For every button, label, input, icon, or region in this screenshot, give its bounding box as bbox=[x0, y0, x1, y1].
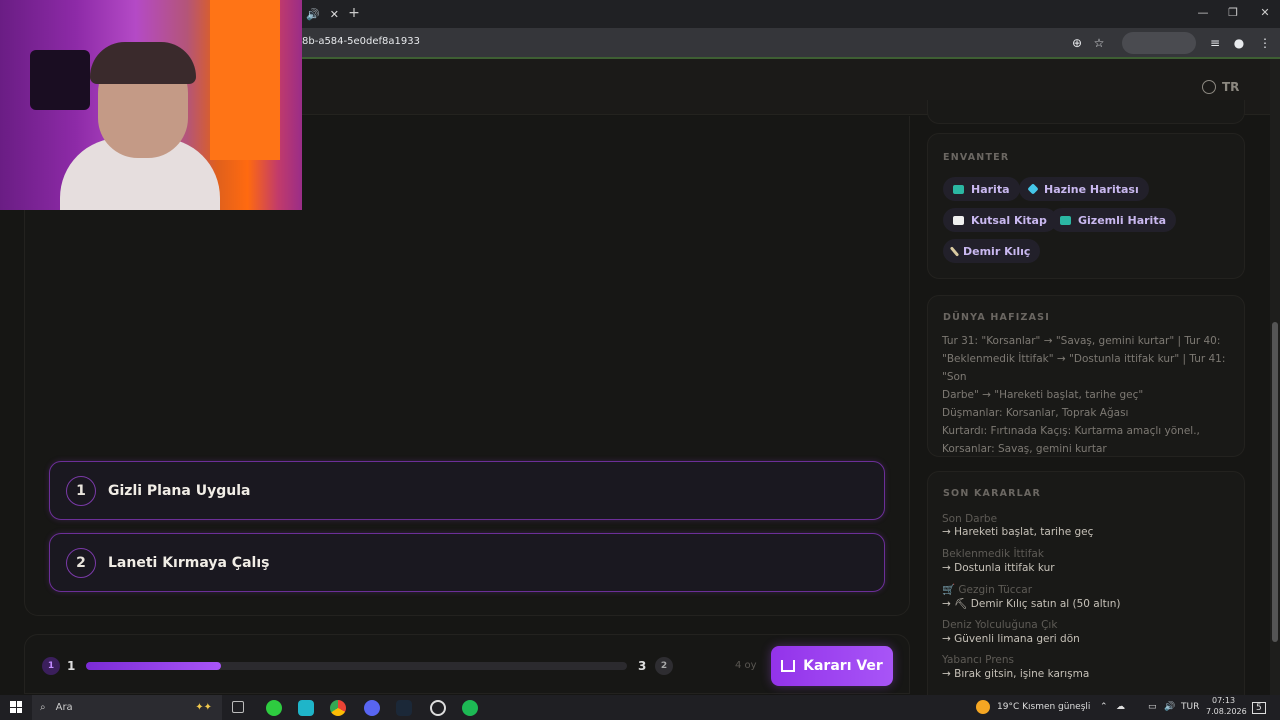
minimize-button[interactable]: — bbox=[1192, 4, 1214, 22]
choice-option-1[interactable]: 1 Gizli Plana Uygula bbox=[49, 461, 885, 520]
obs-icon[interactable] bbox=[430, 700, 446, 716]
memory-line: Kurtardı: Fırtınada Kaçış: Kurtarma amaç… bbox=[942, 425, 1200, 437]
option-2-badge: 2 bbox=[655, 657, 673, 675]
webcam-background-window bbox=[210, 0, 280, 160]
choice-number: 2 bbox=[66, 547, 96, 578]
world-memory-title: DÜNYA HAFIZASI bbox=[943, 312, 1050, 323]
chrome-icon[interactable] bbox=[330, 700, 346, 716]
notification-icon[interactable]: 5 bbox=[1252, 702, 1266, 714]
webcam-overlay bbox=[0, 0, 302, 210]
memory-line: Tur 31: "Korsanlar" → "Savaş, gemini kur… bbox=[942, 335, 1221, 347]
media-control-icon[interactable]: ≡ bbox=[1206, 34, 1224, 52]
memory-line: Düşmanlar: Korsanlar, Toprak Ağası bbox=[942, 407, 1129, 419]
search-icon: ⌕ bbox=[40, 702, 46, 713]
speaker-icon[interactable]: 🔊 bbox=[306, 8, 320, 21]
choice-number: 1 bbox=[66, 475, 96, 506]
decision-title: Beklenmedik İttifak bbox=[942, 548, 1044, 560]
tab-close-button[interactable]: ✕ bbox=[330, 8, 339, 21]
book-icon bbox=[953, 215, 964, 225]
option-2-vote-count: 3 bbox=[638, 659, 647, 673]
url-text[interactable]: 8b-a584-5e0def8a1933 bbox=[302, 36, 420, 47]
decision-choice: → ⛏ Demir Kılıç satın al (50 altın) bbox=[942, 598, 1121, 610]
inventory-item[interactable]: Gizemli Harita bbox=[1050, 208, 1176, 232]
language-indicator[interactable]: TUR bbox=[1181, 702, 1199, 712]
option-1-badge: 1 bbox=[42, 657, 60, 675]
inventory-item-label: Demir Kılıç bbox=[963, 244, 1031, 258]
choice-label: Gizli Plana Uygula bbox=[108, 482, 251, 499]
memory-line: Korsanlar: Savaş, gemini kurtar bbox=[942, 443, 1107, 455]
clock-date[interactable]: 7.08.2026 bbox=[1206, 707, 1247, 716]
globe-icon bbox=[1202, 80, 1216, 94]
language-switcher[interactable]: TR bbox=[1202, 80, 1239, 94]
inventory-item[interactable]: Kutsal Kitap bbox=[943, 208, 1057, 232]
volume-icon[interactable]: 🔊 bbox=[1164, 702, 1175, 712]
sword-icon bbox=[949, 245, 960, 257]
decision-title: Yabancı Prens bbox=[942, 654, 1015, 666]
decide-button[interactable]: Kararı Ver bbox=[771, 646, 893, 686]
inventory-item[interactable]: Hazine Haritası bbox=[1019, 177, 1149, 201]
map-icon bbox=[1060, 215, 1071, 225]
decision-title: Son Darbe bbox=[942, 513, 998, 525]
choice-label: Laneti Kırmaya Çalış bbox=[108, 554, 270, 571]
decision-choice: → Dostunla ittifak kur bbox=[942, 562, 1055, 574]
inventory-item[interactable]: Harita bbox=[943, 177, 1020, 201]
app-icon-green[interactable] bbox=[266, 700, 282, 716]
option-1-vote-count: 1 bbox=[67, 659, 76, 673]
inventory-item-label: Harita bbox=[971, 182, 1010, 196]
steam-icon[interactable] bbox=[396, 700, 412, 716]
previous-card-bottom bbox=[927, 100, 1245, 124]
extensions-group[interactable] bbox=[1122, 32, 1196, 54]
browser-menu-icon[interactable]: ⋮ bbox=[1256, 34, 1274, 52]
windows-start-icon[interactable] bbox=[10, 701, 22, 713]
decision-title: Deniz Yolculuğuna Çık bbox=[942, 619, 1058, 631]
page-scrollbar-thumb[interactable] bbox=[1272, 322, 1278, 642]
windows-taskbar: ⌕ Ara ✦✦ 19°C Kısmen güneşli ⌃ ☁ ▭ 🔊 TUR… bbox=[0, 695, 1280, 720]
webcam-person bbox=[60, 42, 220, 210]
recent-decisions-title: SON KARARLAR bbox=[943, 488, 1041, 499]
language-code: TR bbox=[1222, 80, 1240, 94]
inventory-title: ENVANTER bbox=[943, 152, 1010, 163]
spotify-icon[interactable] bbox=[462, 700, 478, 716]
memory-line: "Beklenmedik İttifak" → "Dostunla ittifa… bbox=[942, 353, 1226, 383]
weather-icon[interactable] bbox=[976, 700, 990, 714]
choice-option-2[interactable]: 2 Laneti Kırmaya Çalış bbox=[49, 533, 885, 592]
decision-choice: → Hareketi başlat, tarihe geç bbox=[942, 526, 1094, 538]
sparkle-icon: ✦✦ bbox=[195, 702, 212, 713]
wifi-icon[interactable]: ▭ bbox=[1148, 702, 1157, 712]
inventory-item-label: Gizemli Harita bbox=[1078, 213, 1166, 227]
memory-line: Darbe" → "Hareketi başlat, tarihe geç" bbox=[942, 389, 1144, 401]
tray-chevron-icon[interactable]: ⌃ bbox=[1100, 702, 1108, 712]
inventory-item[interactable]: Demir Kılıç bbox=[943, 239, 1041, 263]
decide-button-label: Kararı Ver bbox=[803, 658, 883, 674]
zoom-icon[interactable]: ⊕ bbox=[1068, 34, 1086, 52]
search-placeholder: Ara bbox=[55, 702, 73, 713]
browser-tab[interactable]: 🔊 ✕ bbox=[296, 4, 344, 24]
crown-icon bbox=[781, 660, 796, 672]
inventory-item-label: Hazine Haritası bbox=[1044, 182, 1139, 196]
inventory-item-label: Kutsal Kitap bbox=[971, 213, 1047, 227]
bookmark-star-icon[interactable]: ☆ bbox=[1090, 34, 1108, 52]
discord-icon[interactable] bbox=[364, 700, 380, 716]
app-icon-cyan[interactable] bbox=[298, 700, 314, 716]
decision-title: 🛒 Gezgin Tüccar bbox=[942, 584, 1033, 596]
network-icon[interactable]: ☁ bbox=[1116, 702, 1125, 712]
taskbar-search[interactable]: ⌕ Ara ✦✦ bbox=[32, 695, 222, 720]
new-tab-button[interactable]: + bbox=[346, 4, 362, 22]
total-votes-label: 4 oy bbox=[735, 660, 757, 671]
weather-text[interactable]: 19°C Kısmen güneşli bbox=[997, 702, 1090, 712]
clock-time[interactable]: 07:13 bbox=[1212, 696, 1235, 705]
task-view-icon[interactable] bbox=[232, 701, 244, 713]
profile-avatar[interactable]: ● bbox=[1230, 34, 1248, 52]
decision-choice: → Bırak gitsin, işine karışma bbox=[942, 668, 1090, 680]
vote-progress-track bbox=[86, 662, 627, 670]
decision-choice: → Güvenli limana geri dön bbox=[942, 633, 1080, 645]
map-icon bbox=[953, 184, 964, 194]
vote-progress-fill bbox=[86, 662, 222, 670]
world-memory-text: Tur 31: "Korsanlar" → "Savaş, gemini kur… bbox=[942, 332, 1238, 458]
restore-button[interactable]: ❐ bbox=[1222, 4, 1244, 22]
gem-icon bbox=[1027, 183, 1039, 195]
close-window-button[interactable]: ✕ bbox=[1254, 4, 1276, 22]
